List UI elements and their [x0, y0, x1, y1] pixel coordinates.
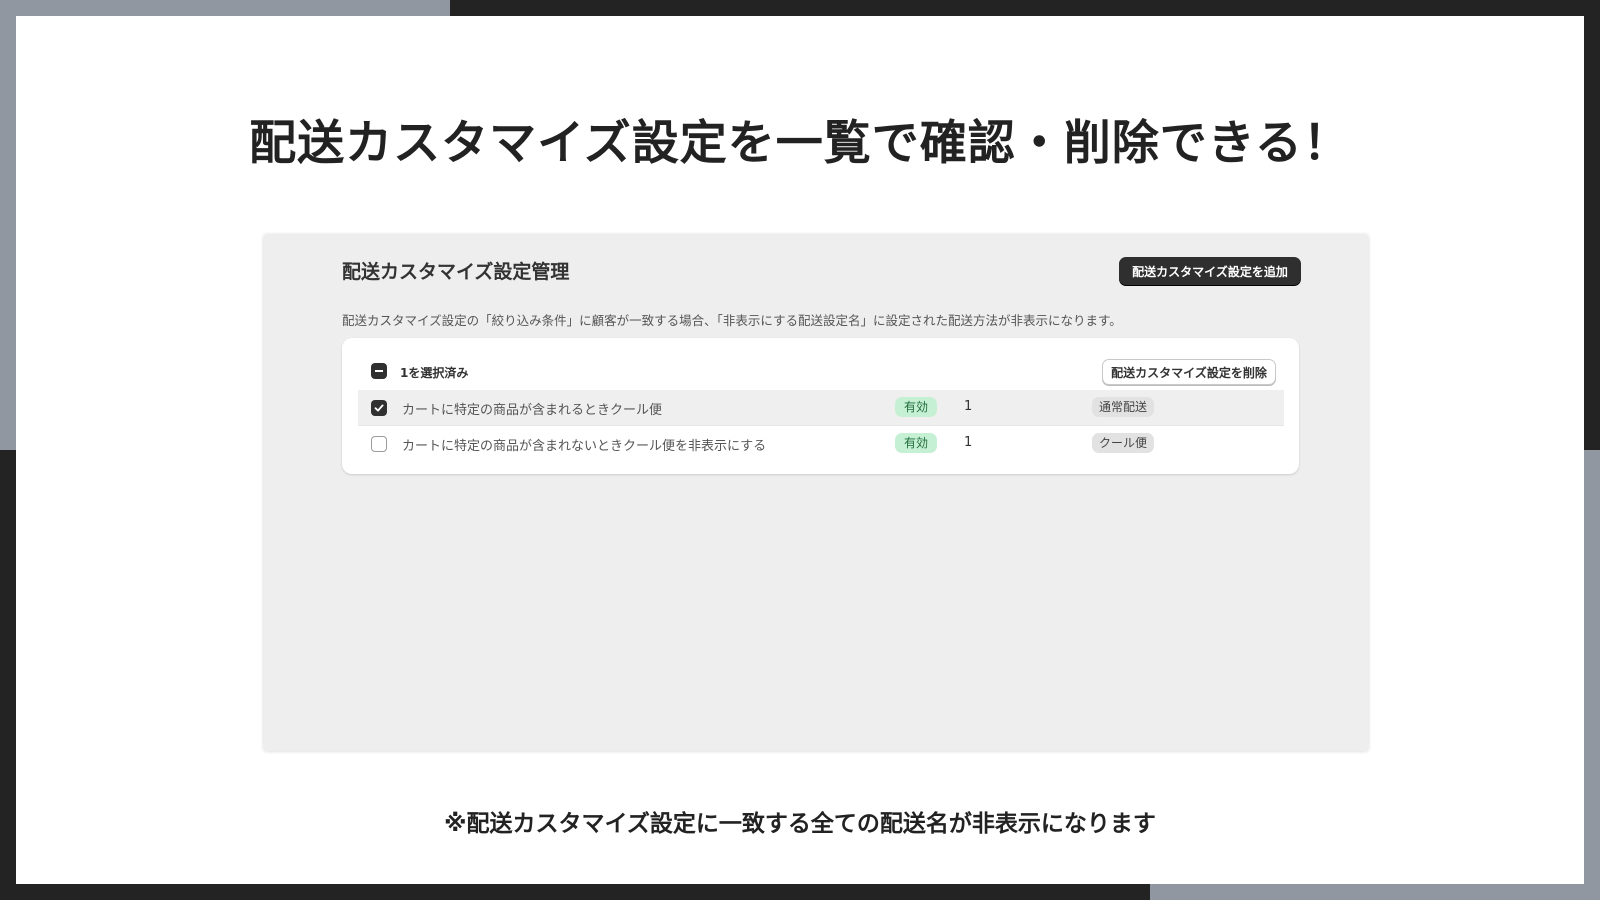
table-row[interactable]: カートに特定の商品が含まれないときクール便を非表示にする 有効 1 クール便 [358, 425, 1284, 461]
checked-checkbox-icon[interactable] [371, 400, 387, 416]
slide-headline: 配送カスタマイズ設定を一覧で確認・削除できる！ [249, 116, 1351, 171]
row-count: 1 [964, 435, 973, 450]
add-shipping-customization-button[interactable]: 配送カスタマイズ設定を追加 [1119, 257, 1301, 285]
shipping-name-tag: 通常配送 [1092, 397, 1155, 417]
table-row[interactable]: カートに特定の商品が含まれるときクール便 有効 1 通常配送 [358, 390, 1284, 425]
page-description: 配送カスタマイズ設定の「絞り込み条件」に顧客が一致する場合、「非表示にする配送設… [342, 313, 1122, 328]
page-title: 配送カスタマイズ設定管理 [342, 261, 570, 283]
shipping-name-tag: クール便 [1092, 433, 1155, 453]
selected-count-label: 1を選択済み [400, 366, 469, 380]
bulk-action-bar: 1を選択済み 配送カスタマイズ設定を削除 [342, 338, 1299, 390]
slide-footnote: ※配送カスタマイズ設定に一致する全ての配送名が非表示になります [444, 811, 1156, 837]
delete-shipping-customization-button[interactable]: 配送カスタマイズ設定を削除 [1102, 359, 1276, 385]
status-badge: 有効 [895, 397, 938, 417]
unchecked-checkbox-icon[interactable] [371, 436, 387, 452]
app-screenshot: 配送カスタマイズ設定管理 配送カスタマイズ設定を追加 配送カスタマイズ設定の「絞… [264, 235, 1368, 751]
row-name: カートに特定の商品が含まれないときクール便を非表示にする [402, 439, 767, 454]
row-name: カートに特定の商品が含まれるときクール便 [402, 403, 663, 418]
row-count: 1 [964, 399, 973, 414]
slide: 配送カスタマイズ設定を一覧で確認・削除できる！ 配送カスタマイズ設定管理 配送カ… [16, 16, 1584, 884]
indeterminate-checkbox-icon[interactable] [371, 363, 387, 379]
customization-list-card: 1を選択済み 配送カスタマイズ設定を削除 カートに特定の商品が含まれるときクール… [342, 338, 1299, 474]
status-badge: 有効 [895, 433, 938, 453]
